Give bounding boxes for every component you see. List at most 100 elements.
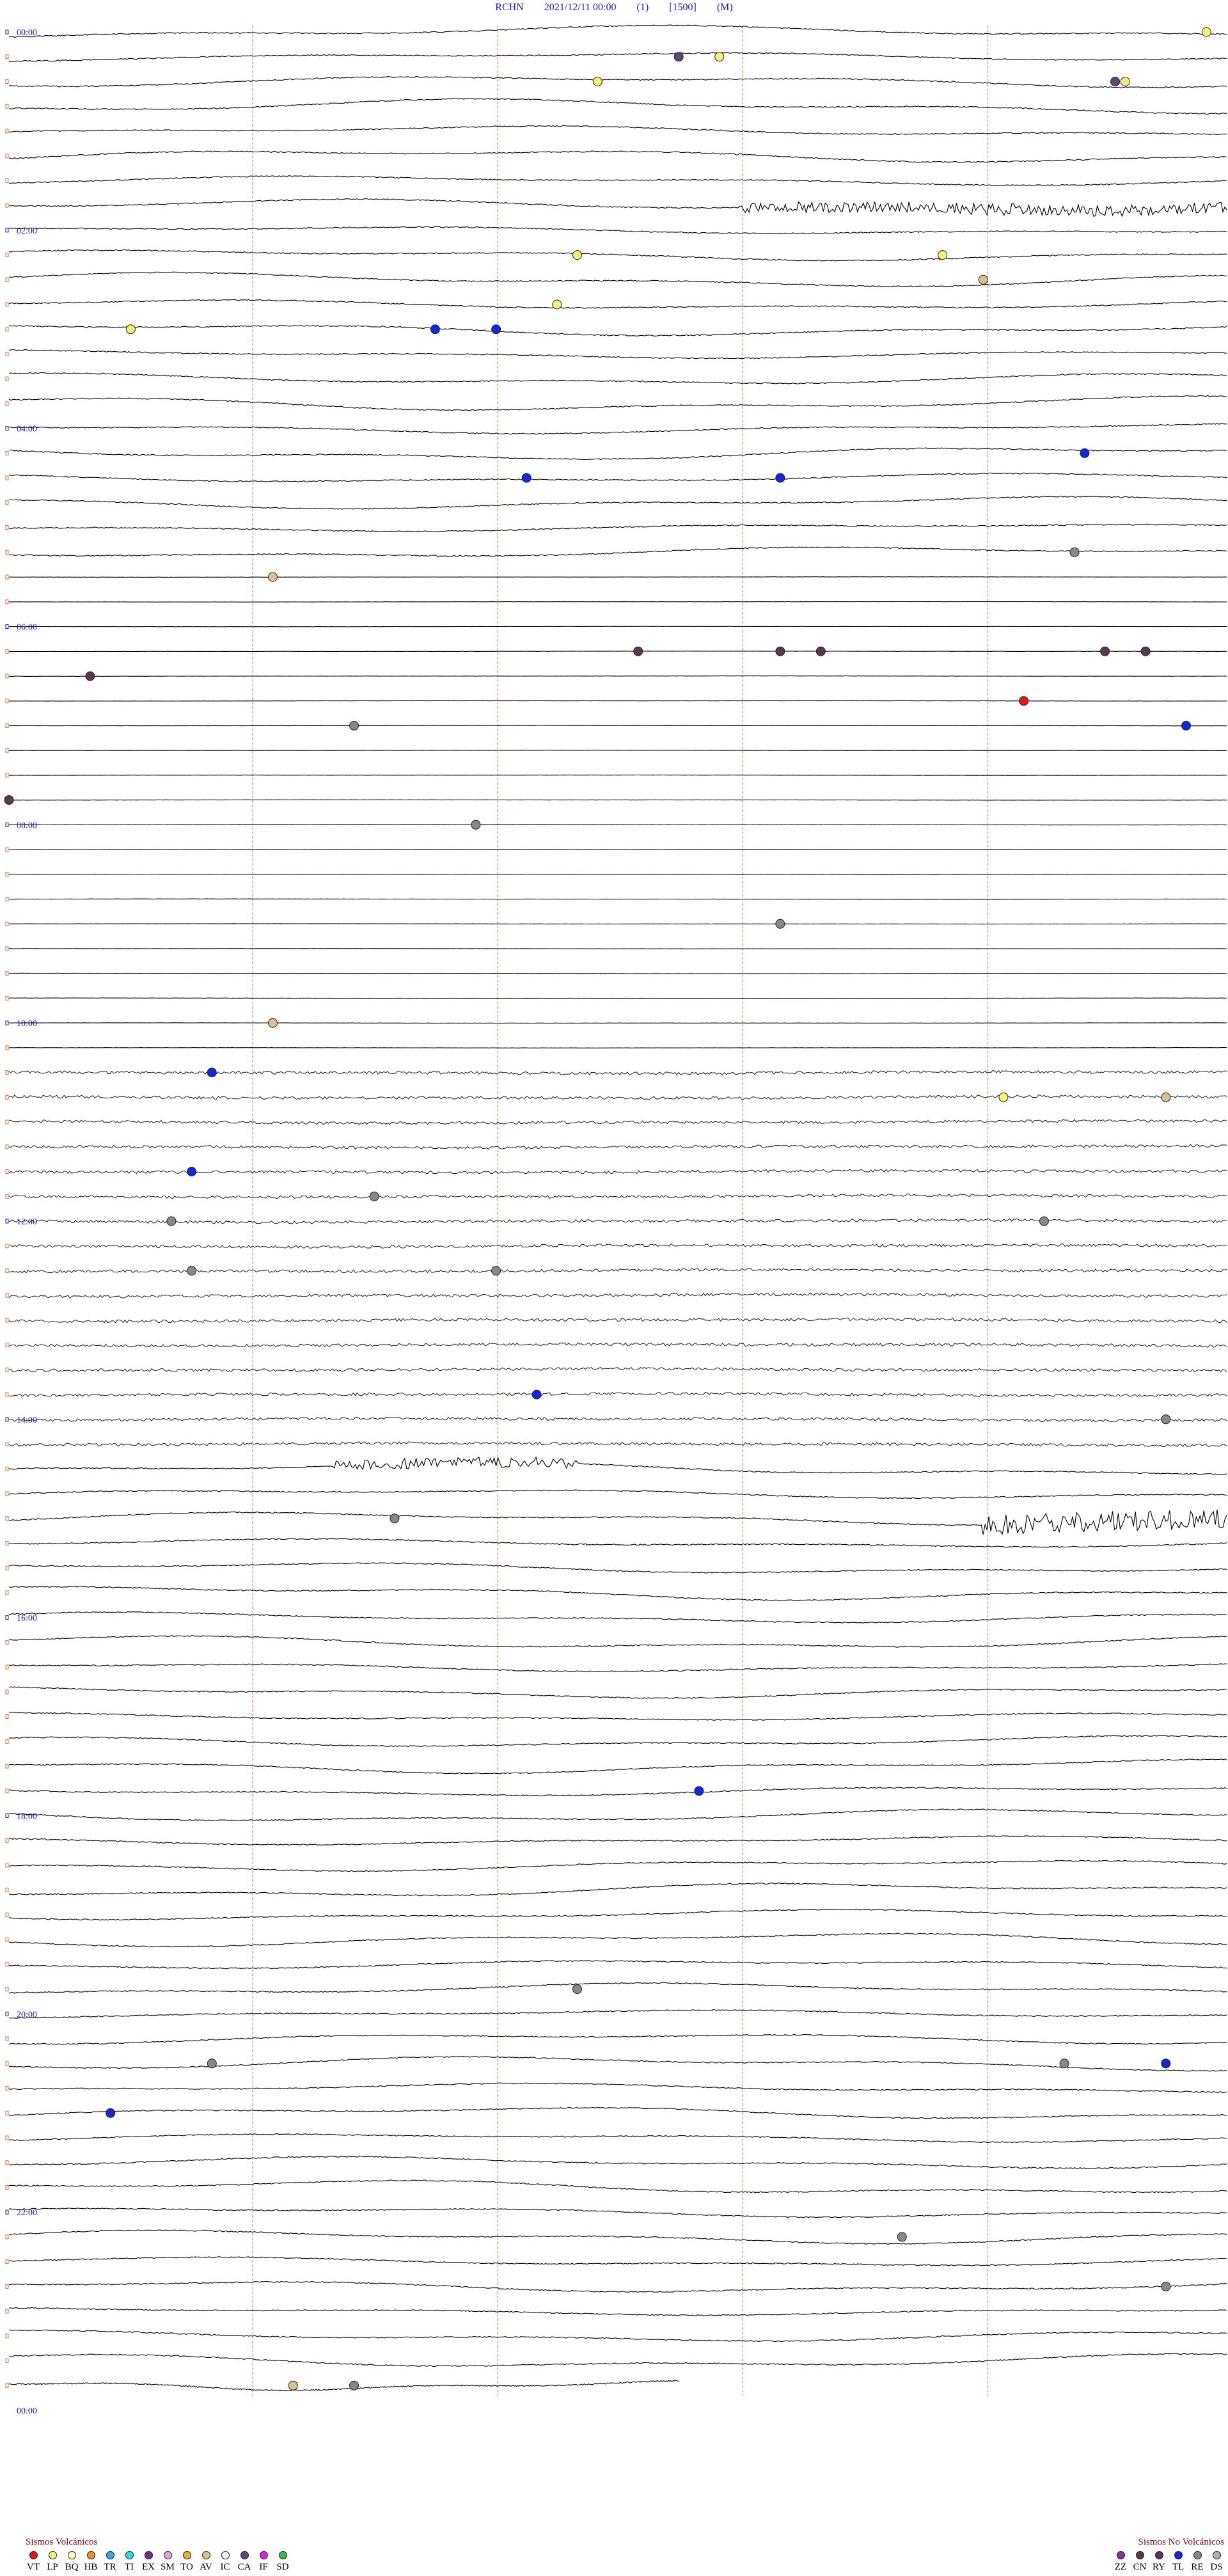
trace-marker [5, 1987, 9, 1992]
seismic-trace [8, 1758, 1227, 1774]
legend-code: TR [104, 2562, 116, 2572]
legend-code: IF [259, 2562, 268, 2572]
trace-marker [5, 2110, 9, 2115]
trace-marker [5, 2334, 9, 2339]
legend-item-hb: HB [83, 2551, 98, 2573]
event-marker-tl [106, 2108, 116, 2118]
event-marker-cn [85, 671, 95, 681]
seismic-trace [8, 546, 1227, 557]
legend-nonvolcanic: Sismos No Volcánicos ZZ CN RY TL RE DS [1113, 2537, 1224, 2573]
seismic-trace [8, 1982, 1227, 1994]
seismic-trace [8, 1663, 1227, 1673]
trace-marker [5, 1293, 9, 1298]
trace-marker [5, 1565, 9, 1570]
trace-marker [5, 2359, 9, 2364]
trace-marker [5, 1268, 9, 1273]
legend-code: SM [161, 2562, 175, 2572]
event-marker-re [1161, 2281, 1171, 2291]
event-marker-ca [1110, 77, 1120, 86]
event-marker-re [471, 819, 481, 830]
seismic-trace [8, 495, 1227, 510]
trace-marker [5, 1119, 9, 1125]
legend-dot [259, 2551, 268, 2559]
trace-marker [5, 1714, 9, 1719]
event-marker-cn [815, 646, 826, 656]
seismic-trace [8, 1960, 1227, 1970]
legend-dot [182, 2551, 191, 2559]
seismic-trace [8, 2179, 1227, 2193]
seismic-trace [8, 1787, 1227, 1797]
trace-marker [5, 1045, 9, 1050]
hour-label: 00:00 [17, 28, 37, 38]
event-marker-re [390, 1513, 400, 1524]
legend-item-ry: RY [1151, 2551, 1167, 2573]
trace-marker [5, 699, 9, 704]
hour-label: 06:00 [17, 623, 37, 633]
seismic-trace [8, 576, 1227, 578]
legend-item-cn: CN [1132, 2551, 1147, 2573]
trace-marker [5, 971, 9, 976]
legend-dot [201, 2551, 210, 2559]
legend-item-ex: EX [141, 2551, 156, 2573]
trace-marker [5, 1789, 9, 1794]
trace-marker [5, 549, 9, 555]
event-marker-av [978, 274, 988, 285]
seismic-trace [8, 1686, 1227, 1699]
trace-marker [5, 2284, 9, 2289]
legend-item-sm: SM [160, 2551, 175, 2573]
seismic-trace [8, 324, 1227, 336]
legend-nonvolcanic-items: ZZ CN RY TL RE DS [1113, 2551, 1224, 2573]
legend-dot [106, 2551, 114, 2559]
trace-marker [5, 228, 9, 233]
trace-marker [5, 1020, 9, 1025]
legend-code: CA [237, 2562, 251, 2572]
trace-marker [5, 599, 9, 604]
event-marker-lp [998, 1092, 1009, 1102]
hour-label: 14:00 [17, 1416, 37, 1425]
trace-marker [5, 1962, 9, 1967]
legend-code: IC [220, 2562, 230, 2572]
trace-marker [5, 2135, 9, 2140]
seismic-trace [8, 2208, 1227, 2218]
event-marker-cn [1100, 646, 1110, 656]
trace-marker [5, 154, 9, 159]
event-marker-tl [521, 473, 531, 483]
legend-code: TL [1172, 2562, 1185, 2572]
event-marker-tl [430, 324, 440, 335]
seismic-trace [8, 1908, 1227, 1921]
legend-dot [1116, 2551, 1125, 2559]
trace-marker [5, 29, 9, 35]
legend-dot [221, 2551, 230, 2559]
seismic-trace [9, 675, 1227, 677]
legend-code: RE [1191, 2562, 1204, 2572]
trace-marker [5, 921, 9, 926]
event-marker-vt [1019, 696, 1029, 706]
legend-dot [48, 2551, 57, 2559]
trace-marker [5, 1838, 9, 1843]
trace-marker [5, 1417, 9, 1422]
trace-marker [5, 1343, 9, 1348]
seismic-trace [8, 1193, 1227, 1199]
trace-marker [5, 773, 9, 778]
event-marker-av [288, 2380, 298, 2390]
seismic-trace [8, 1635, 1227, 1648]
legend-dot [1135, 2551, 1144, 2559]
legend-code: CN [1133, 2562, 1147, 2572]
trace-marker [5, 2160, 9, 2165]
seismic-trace [8, 1611, 1227, 1624]
hour-label: 10:00 [17, 1019, 37, 1029]
seismic-trace [8, 372, 1227, 384]
seismic-trace [8, 725, 1227, 727]
event-marker-av [268, 1018, 278, 1028]
hour-labels: 00:00 02:00 04:00 06:00 08:00 10:00 12:00 14:00… [17, 28, 37, 2416]
event-marker-re [187, 1266, 197, 1276]
seismic-trace [8, 1416, 1227, 1423]
legend-code: TI [124, 2562, 134, 2572]
legend-dot [1212, 2551, 1221, 2559]
seismic-trace [8, 447, 1227, 461]
seismic-trace [8, 601, 1227, 603]
trace-marker [5, 129, 9, 134]
legend-item-tl: TL [1170, 2551, 1186, 2573]
trace-marker [5, 2061, 9, 2066]
event-markers [4, 27, 1211, 2390]
